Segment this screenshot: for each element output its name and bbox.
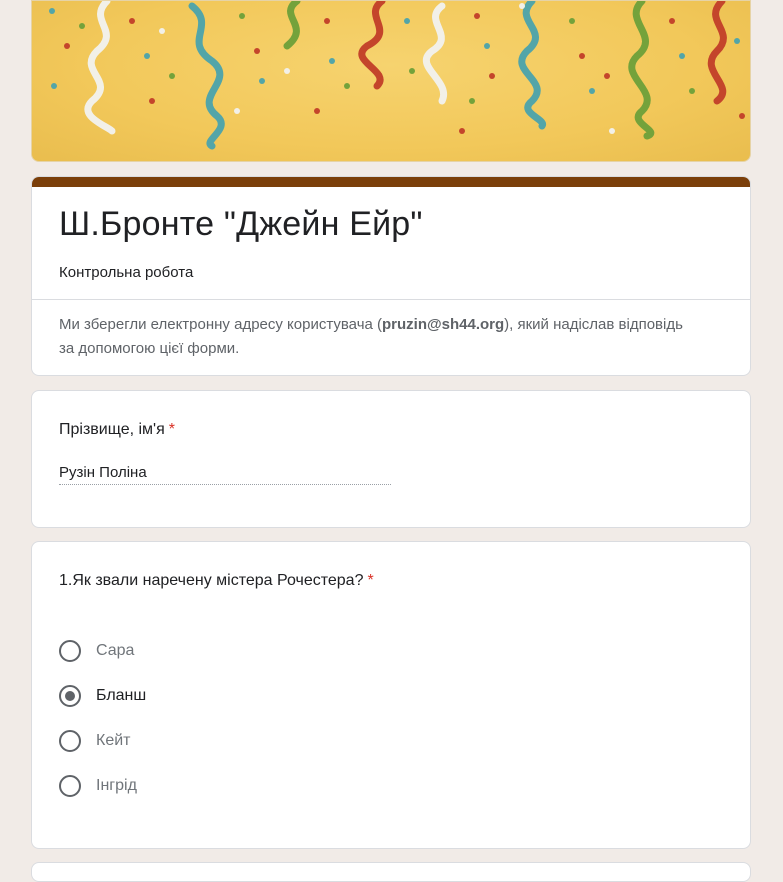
header-banner-image <box>31 0 751 162</box>
radio-option-label: Сара <box>96 642 135 659</box>
radio-button[interactable] <box>59 640 81 662</box>
question-card-q1: 1.Як звали наречену містера Рочестера? * … <box>31 541 751 849</box>
question-title: Прізвище, ім'я * <box>59 421 175 439</box>
question-title-text: 1.Як звали наречену містера Рочестера? <box>59 572 364 589</box>
email-recorded-notice: Ми зберегли електронну адресу користувач… <box>59 313 699 361</box>
radio-option-label: Інгрід <box>96 777 137 794</box>
radio-option[interactable]: Бланш <box>59 684 146 708</box>
required-asterisk: * <box>367 572 374 589</box>
radio-button[interactable] <box>59 775 81 797</box>
short-answer-field[interactable]: Рузін Поліна <box>59 464 391 485</box>
form-header-card: Ш.Бронте "Джейн Ейр" Контрольна робота М… <box>31 176 751 376</box>
radio-option[interactable]: Інгрід <box>59 774 137 798</box>
radio-button-selected[interactable] <box>59 685 81 707</box>
theme-accent-bar <box>32 177 750 187</box>
question-title: 1.Як звали наречену містера Рочестера? * <box>59 572 374 590</box>
radio-option-label: Бланш <box>96 687 147 704</box>
question-title-text: Прізвище, ім'я <box>59 421 165 438</box>
question-card-name: Прізвище, ім'я * Рузін Поліна <box>31 390 751 528</box>
radio-option[interactable]: Кейт <box>59 729 130 753</box>
respondent-email: pruzin@sh44.org <box>382 316 505 333</box>
next-question-card <box>31 862 751 882</box>
radio-option[interactable]: Сара <box>59 639 134 663</box>
confetti-streamers-illustration <box>49 1 745 150</box>
form-title: Ш.Бронте "Джейн Ейр" <box>59 205 423 243</box>
form-description: Контрольна робота <box>59 264 194 281</box>
divider <box>32 299 750 300</box>
email-notice-prefix: Ми зберегли електронну адресу користувач… <box>59 316 383 333</box>
radio-button[interactable] <box>59 730 81 752</box>
radio-option-label: Кейт <box>96 732 131 749</box>
required-asterisk: * <box>168 421 176 438</box>
